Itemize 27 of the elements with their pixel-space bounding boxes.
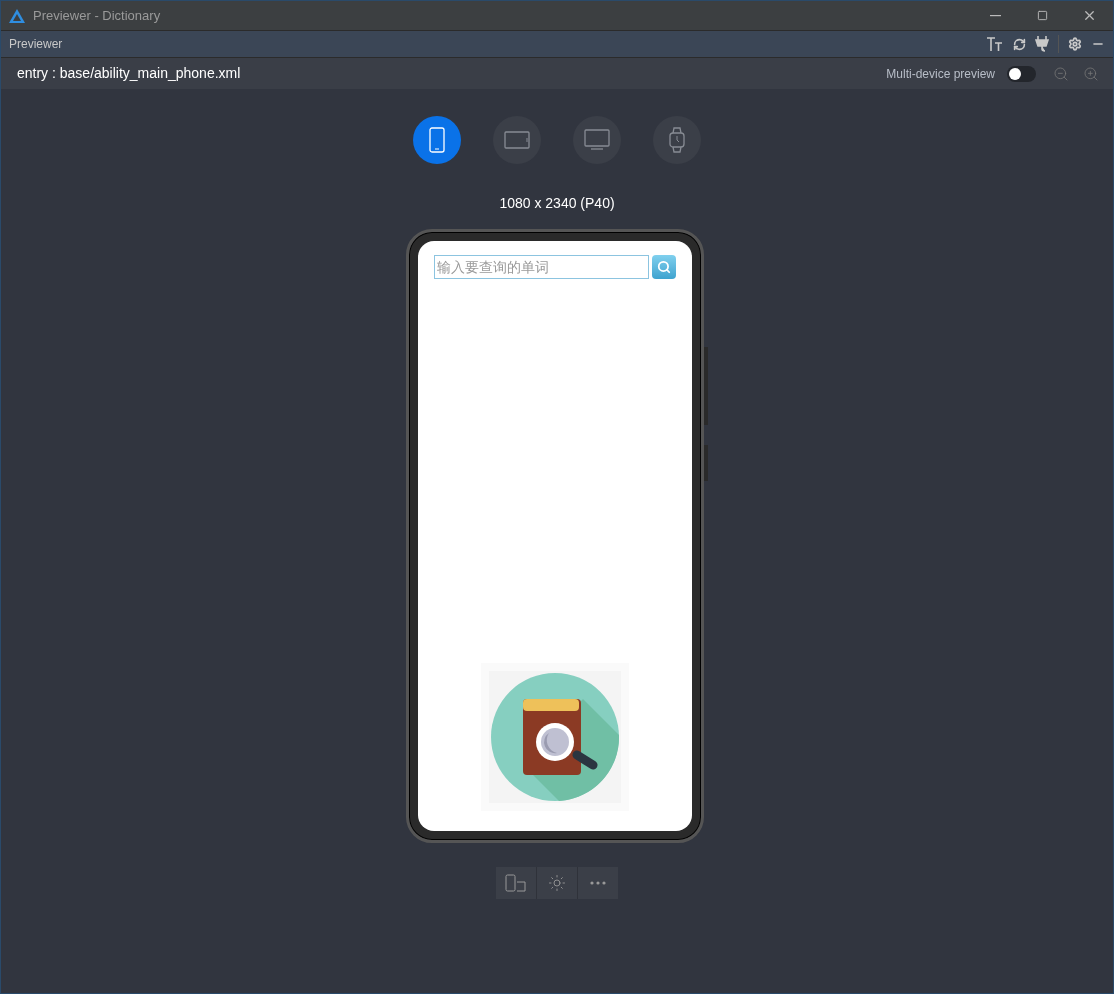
maximize-icon <box>1037 10 1048 21</box>
zoom-out-icon[interactable] <box>1053 65 1069 82</box>
zoom-in-icon[interactable] <box>1083 65 1099 82</box>
app-logo-icon <box>9 8 25 23</box>
settings-icon[interactable] <box>1068 37 1082 51</box>
window-title: Previewer - Dictionary <box>33 6 161 25</box>
minimize-icon <box>990 14 1001 17</box>
search-icon <box>657 260 671 274</box>
panel-title: Previewer <box>9 36 63 53</box>
close-icon <box>1082 8 1097 23</box>
multi-device-label: Multi-device preview <box>886 65 995 83</box>
word-search-field[interactable]: 输入要查询的单词 <box>434 255 649 279</box>
multi-device-toggle[interactable] <box>1007 65 1036 82</box>
search-button[interactable] <box>652 255 676 279</box>
phone-icon <box>429 127 445 153</box>
device-type-button[interactable] <box>413 116 461 164</box>
more-icon <box>590 881 606 885</box>
watch-icon <box>668 127 686 153</box>
device-resolution: 1080 x 2340 (P40) <box>499 194 615 213</box>
tablet-icon <box>504 131 530 149</box>
monitor-icon <box>584 129 610 151</box>
layout-file-path: entry : base/ability_main_phone.xml <box>17 64 241 83</box>
plug-icon[interactable] <box>1035 36 1049 52</box>
font-size-icon[interactable] <box>986 37 1004 51</box>
sun-icon <box>548 874 566 892</box>
rotate-device-icon <box>505 874 527 892</box>
refresh-icon[interactable] <box>1013 37 1026 51</box>
